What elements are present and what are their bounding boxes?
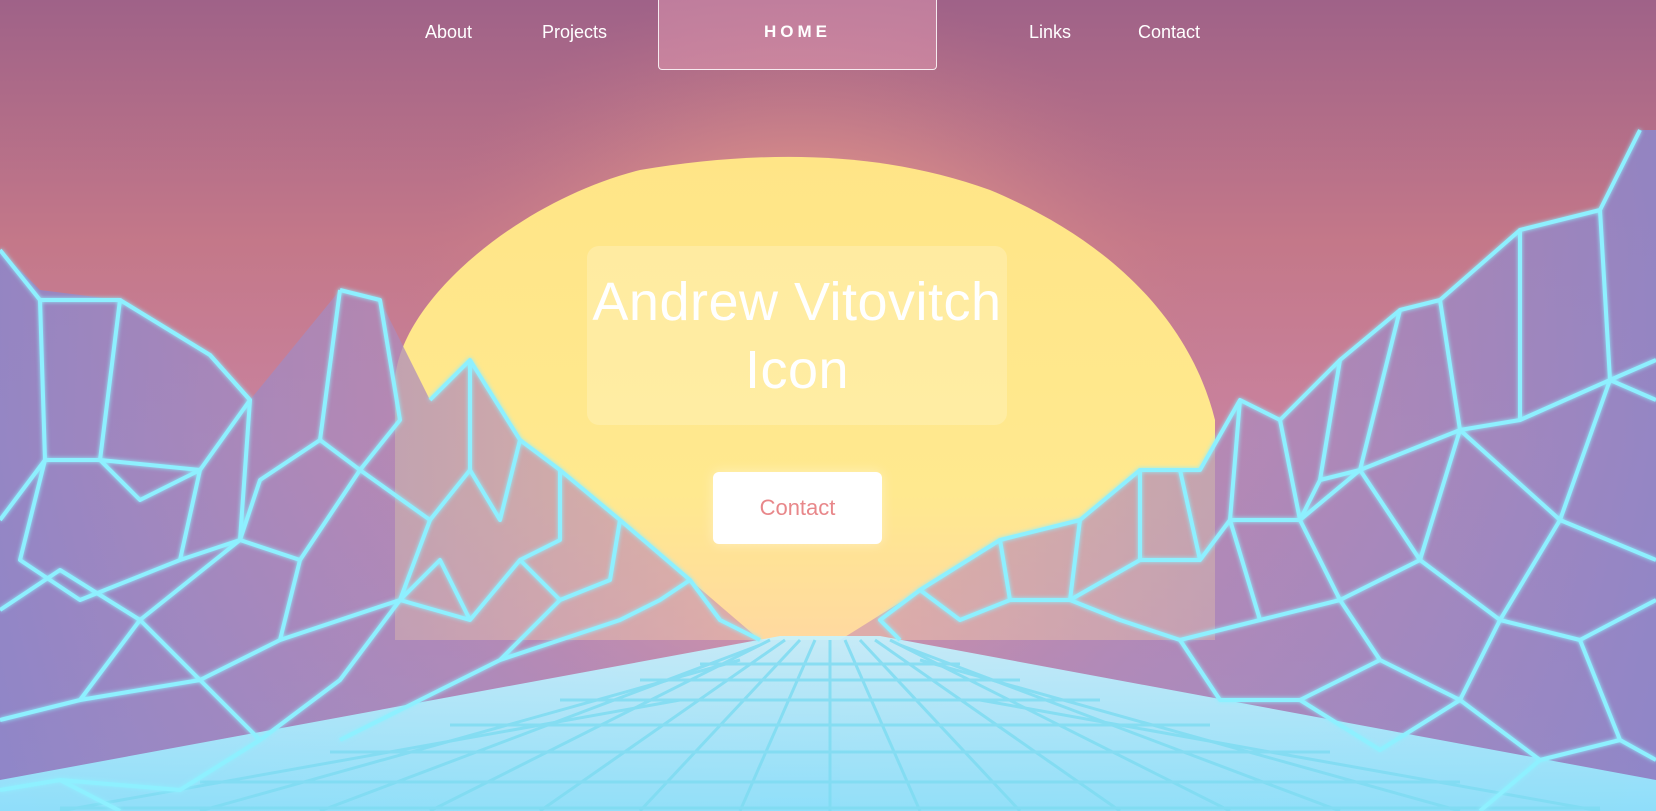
nav-link-projects[interactable]: Projects [542, 20, 607, 44]
hero-title-line-2: Icon [744, 339, 850, 400]
top-nav: About Projects HOME Links Contact [0, 0, 1656, 72]
hero-title-box: Andrew Vitovitch Icon [587, 246, 1007, 425]
nav-link-home[interactable]: HOME [658, 0, 937, 70]
nav-link-links[interactable]: Links [1029, 20, 1071, 44]
nav-link-contact[interactable]: Contact [1138, 20, 1200, 44]
nav-link-about[interactable]: About [425, 20, 472, 44]
page: About Projects HOME Links Contact Andrew… [0, 0, 1656, 811]
contact-button[interactable]: Contact [713, 472, 882, 544]
hero-title-line-1: Andrew Vitovitch [592, 271, 1002, 332]
